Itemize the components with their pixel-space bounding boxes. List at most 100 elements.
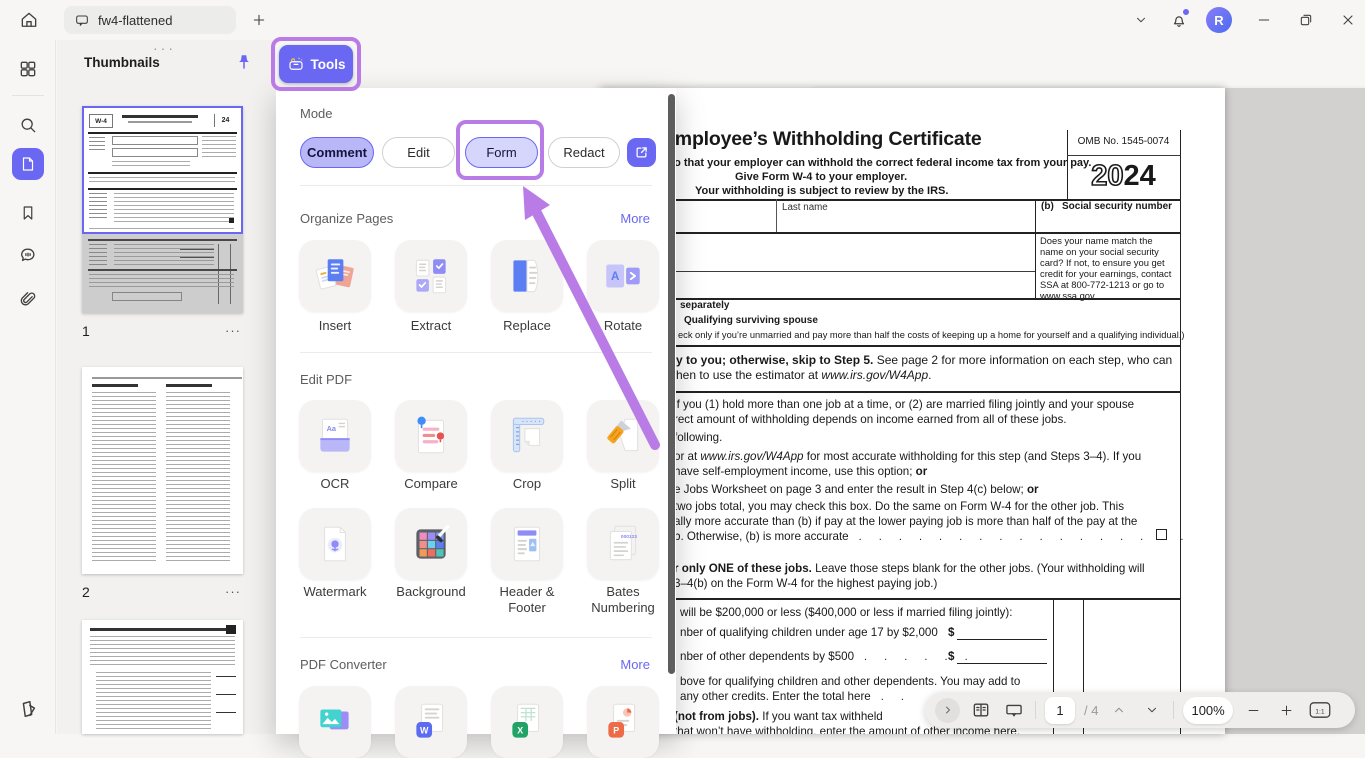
tool-replace-label: Replace	[479, 318, 575, 334]
mode-redact-button[interactable]: Redact	[548, 137, 620, 168]
s2-line4-link: www.irs.gov/W4App	[700, 450, 803, 463]
rail-divider	[12, 95, 44, 96]
avatar[interactable]: R	[1206, 7, 1232, 33]
thumb1-menu[interactable]: ···	[225, 323, 241, 338]
tool-pdf-to-ppt-button[interactable]: P	[587, 686, 659, 758]
form-title: Employee’s Withholding Certificate	[662, 128, 982, 151]
form-sub2: Give Form W-4 to your employer.	[735, 171, 907, 183]
bookmarks-button[interactable]	[12, 197, 44, 229]
children-credit-field[interactable]	[957, 625, 1047, 640]
pdf-converter-title: PDF Converter	[300, 657, 387, 672]
theme-button[interactable]	[12, 693, 44, 725]
s2-line4b: for most accurate withholding for this s…	[804, 450, 1142, 463]
new-tab-button[interactable]	[246, 7, 272, 33]
actual-size-button[interactable]: 1:1	[1308, 698, 1332, 722]
panel-scrollbar[interactable]	[668, 94, 675, 674]
thumb3-intro	[90, 636, 235, 666]
expand-statusbar-button[interactable]	[935, 698, 960, 723]
titlebar-chevron-button[interactable]	[1128, 7, 1154, 33]
tool-background-button[interactable]	[395, 508, 467, 580]
comment-icon	[18, 245, 38, 265]
app-grid-button[interactable]	[12, 53, 44, 85]
tab-title: fw4-flattened	[98, 13, 172, 28]
step-note-line1: y to you; otherwise, skip to Step 5. See…	[676, 353, 1172, 367]
pdf-converter-more-link[interactable]: More	[620, 657, 650, 672]
tool-bates-numbering-button[interactable]: 000123	[587, 508, 659, 580]
tool-insert-button[interactable]	[299, 240, 371, 312]
thumbnail-page-2[interactable]	[82, 367, 243, 574]
comment-bubble-icon	[1004, 700, 1024, 720]
tool-rotate-button[interactable]: A	[587, 240, 659, 312]
ocr-icon: Aa	[312, 413, 358, 459]
search-button[interactable]	[12, 109, 44, 141]
tool-extract-button[interactable]	[395, 240, 467, 312]
s2-line6-or: or	[1027, 483, 1039, 496]
tool-replace-button[interactable]	[491, 240, 563, 312]
ssn-note: Does your name match the name on your so…	[1040, 235, 1177, 301]
mode-edit-button[interactable]: Edit	[382, 137, 455, 168]
s4-line1: (not from jobs). If you want tax withhel…	[674, 710, 883, 723]
last-name-label: Last name	[782, 202, 828, 213]
tool-ocr-button[interactable]: Aa	[299, 400, 371, 472]
tool-watermark-button[interactable]	[299, 508, 371, 580]
open-in-new-window-button[interactable]	[627, 138, 656, 167]
thumb3-line-1	[216, 676, 236, 677]
tool-pdf-to-word-button[interactable]: W	[395, 686, 467, 758]
s2-line9: b. Otherwise, (b) is more accurate. . . …	[674, 530, 1190, 543]
s3-line5-text: any other credits. Enter the total here	[680, 690, 871, 703]
comments-button[interactable]	[12, 239, 44, 271]
reading-mode-button[interactable]	[969, 698, 993, 722]
step-note-rest: See page 2 for more information on each …	[873, 353, 1172, 367]
home-button[interactable]	[16, 7, 42, 33]
svg-text:X: X	[517, 726, 523, 736]
s2-line9-dots: . . . . . . . . . . . . . . . . .	[859, 531, 1191, 543]
zoom-out-button[interactable]	[1242, 698, 1266, 722]
restore-button[interactable]	[1293, 7, 1319, 33]
tool-crop-button[interactable]	[491, 400, 563, 472]
zoom-in-button[interactable]	[1275, 698, 1299, 722]
s3-line4: bove for qualifying children and other d…	[680, 675, 1020, 688]
s2-checkbox[interactable]	[1156, 529, 1167, 540]
notifications-button[interactable]	[1166, 7, 1192, 33]
tool-split-button[interactable]	[587, 400, 659, 472]
thumb2-number: 2	[82, 584, 90, 600]
paperclip-icon	[18, 290, 38, 310]
organize-pages-title: Organize Pages	[300, 211, 393, 226]
tool-pdf-to-excel-button[interactable]: X	[491, 686, 563, 758]
pin-button[interactable]	[235, 53, 253, 76]
dependents-credit-field[interactable]	[957, 649, 1047, 664]
s2-note-line1: r only ONE of these jobs. Leave those st…	[674, 562, 1145, 575]
page-number-input[interactable]	[1045, 697, 1075, 724]
zoom-level[interactable]: 100%	[1183, 697, 1232, 724]
tool-header-footer-button[interactable]	[491, 508, 563, 580]
filing-note: eck only if you’re unmarried and pay mor…	[678, 330, 1184, 340]
close-window-button[interactable]	[1335, 7, 1361, 33]
thumbnail-page-1[interactable]: W-4 24	[82, 106, 243, 313]
previous-page-button[interactable]	[1107, 698, 1131, 722]
thumb2-heading-1	[92, 384, 138, 387]
organize-pages-more-link[interactable]: More	[620, 211, 650, 226]
s4-bold: (not from jobs).	[674, 710, 759, 723]
annotations-toggle-button[interactable]	[1002, 698, 1026, 722]
mode-comment-button[interactable]: Comment	[300, 137, 374, 168]
pdf-page[interactable]: Employee’s Withholding Certificate OMB N…	[600, 88, 1225, 734]
thumbnail-page-3[interactable]	[82, 620, 243, 734]
thumb3-heading	[90, 628, 234, 631]
thumb2-menu[interactable]: ···	[225, 584, 241, 599]
left-icon-rail	[0, 40, 56, 734]
next-page-button[interactable]	[1140, 698, 1164, 722]
ppt-converter-icon: P	[600, 699, 646, 745]
minimize-button[interactable]	[1251, 7, 1277, 33]
s2-note-bold: r only ONE of these jobs.	[674, 562, 812, 575]
statusbar-divider	[1035, 701, 1036, 719]
tool-pdf-to-image-button[interactable]	[299, 686, 371, 758]
attachments-button[interactable]	[12, 284, 44, 316]
panel-drag-handle[interactable]: ···	[153, 40, 176, 56]
document-tab[interactable]: fw4-flattened	[64, 6, 236, 34]
plus-icon	[1279, 703, 1294, 718]
compare-icon	[408, 413, 454, 459]
s2-line5-text: have self-employment income, use this op…	[674, 465, 916, 478]
restore-icon	[1298, 12, 1314, 28]
thumbnails-panel-button[interactable]	[12, 148, 44, 180]
tool-compare-button[interactable]	[395, 400, 467, 472]
